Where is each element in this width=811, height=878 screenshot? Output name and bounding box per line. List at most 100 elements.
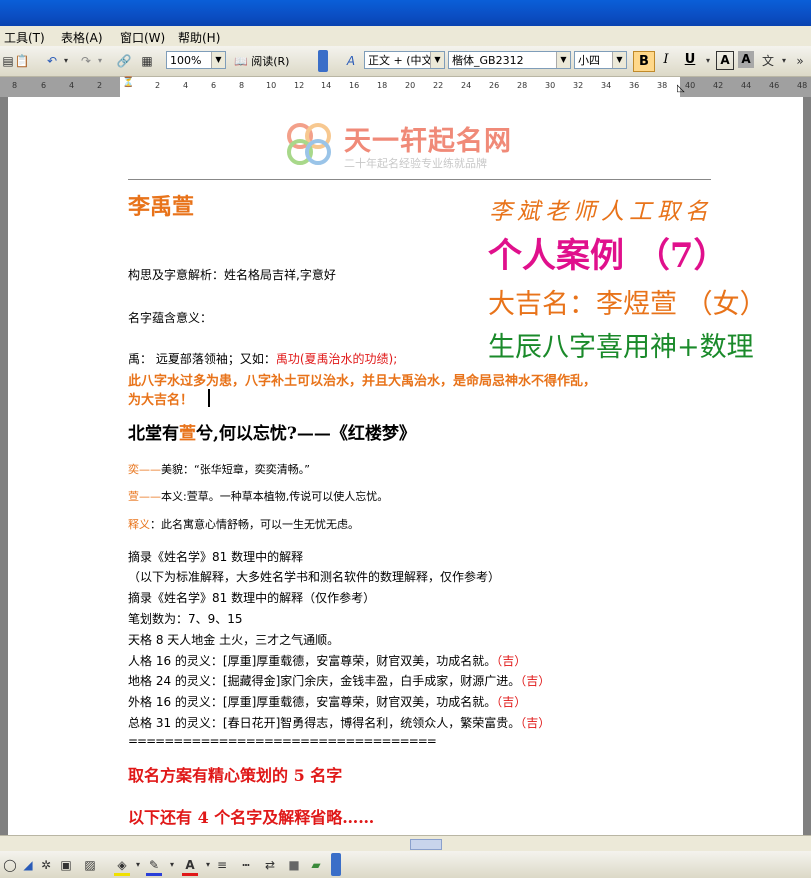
right-indent-icon[interactable]: ◺ bbox=[677, 83, 685, 94]
fill-color-icon[interactable]: ◈ bbox=[114, 857, 130, 876]
underline-dropdown-icon[interactable]: ▾ bbox=[700, 53, 716, 69]
toolbar-options-icon[interactable]: » bbox=[792, 53, 808, 69]
read-label: 阅读(R) bbox=[251, 55, 290, 68]
menu-bar: 工具(T) 表格(A) 窗口(W) 帮助(H) bbox=[0, 26, 811, 46]
ellipse-icon[interactable]: ◯ bbox=[2, 857, 18, 873]
style-select[interactable]: 正文 + (中文 ▼ bbox=[364, 51, 445, 69]
font-size-select[interactable]: 小四 ▼ bbox=[574, 51, 627, 69]
ruler-tick-label: 8 bbox=[12, 81, 18, 90]
ge-text: 外格 16 的灵义：[厚重]厚重载德，安富尊荣，财官双美，功成名就。 bbox=[128, 695, 497, 709]
dash-style-icon[interactable]: ┅ bbox=[238, 857, 254, 873]
title-bar bbox=[0, 0, 811, 26]
ruler-tick-label: 22 bbox=[433, 81, 444, 90]
zoom-value: 100% bbox=[170, 54, 202, 67]
hyperlink-icon[interactable]: 🔗 bbox=[116, 53, 132, 69]
great-name-title: 大吉名：李煜萱 （女） bbox=[488, 289, 767, 320]
redo-dropdown-icon[interactable]: ▾ bbox=[92, 53, 108, 69]
quote-part-b: 兮,何以忘忧?——《红楼梦》 bbox=[196, 424, 416, 444]
yi-text: 美貌：“张华短章，奕奕清畅。” bbox=[161, 463, 310, 476]
toolbar-overflow-button[interactable] bbox=[318, 50, 328, 72]
ruler-tick-label: 42 bbox=[713, 81, 724, 90]
picture-icon[interactable]: ▨ bbox=[82, 857, 98, 873]
shadow-icon[interactable]: ■ bbox=[286, 857, 302, 873]
diagram-icon[interactable]: ✲ bbox=[38, 857, 54, 873]
yu-red: 禹功(夏禹治水的功绩); bbox=[275, 352, 398, 366]
ruler-tick-label: 10 bbox=[266, 81, 277, 90]
teacher-signature: 李斌老师人工取名 bbox=[489, 199, 713, 225]
ruler-tick-label: 8 bbox=[239, 81, 245, 90]
char-border-label: A bbox=[720, 53, 730, 67]
poem-quote: 北堂有萱兮,何以忘忧?——《红楼梦》 bbox=[128, 419, 416, 444]
font-color-icon[interactable]: A bbox=[182, 857, 198, 876]
horizontal-scrollbar[interactable] bbox=[0, 835, 811, 852]
char-shading-button[interactable]: A bbox=[738, 51, 754, 68]
ruler-tick-label: 30 bbox=[545, 81, 556, 90]
ge-line: 外格 16 的灵义：[厚重]厚重载德，安富尊荣，财官双美，功成名就。（吉） bbox=[128, 693, 526, 710]
menu-tools[interactable]: 工具(T) bbox=[4, 29, 45, 46]
numerology-line: 天格 8 天人地金 土火，三才之气通顺。 bbox=[128, 633, 340, 647]
line-color-icon[interactable]: ✎ bbox=[146, 857, 162, 876]
ge-text: 人格 16 的灵义：[厚重]厚重载德，安富尊荣，财官双美，功成名就。 bbox=[128, 654, 497, 668]
scroll-thumb[interactable] bbox=[410, 839, 442, 850]
ruler-tick-label: 16 bbox=[349, 81, 360, 90]
ruler-tick-label: 6 bbox=[211, 81, 217, 90]
plan-heading: 取名方案有精心策划的 5 名字 bbox=[128, 766, 343, 785]
ge-line: 人格 16 的灵义：[厚重]厚重载德，安富尊荣，财官双美，功成名就。（吉） bbox=[128, 652, 526, 669]
ruler-tick-label: 36 bbox=[629, 81, 640, 90]
ge-tag: （吉） bbox=[496, 654, 527, 668]
chevron-down-icon: ▼ bbox=[430, 52, 444, 68]
font-select[interactable]: 楷体_GB2312 ▼ bbox=[448, 51, 571, 69]
horizontal-ruler[interactable]: 8 6 4 2 2 4 6 8 10 12 14 16 18 20 22 24 26 28 30 32 34 36 38 40… bbox=[0, 77, 811, 98]
fill-dropdown-icon[interactable]: ▾ bbox=[130, 857, 146, 873]
table-icon[interactable]: ▦ bbox=[139, 53, 155, 69]
xuan-label: 萱—— bbox=[128, 490, 161, 503]
ge-tag: （吉） bbox=[520, 716, 551, 730]
bold-label: B bbox=[639, 54, 649, 69]
ruler-tick-label: 4 bbox=[69, 81, 75, 90]
logo-brand: 天一轩起名网 bbox=[344, 126, 512, 157]
3d-icon[interactable]: ▰ bbox=[308, 857, 324, 873]
ruler-tick-label: 2 bbox=[97, 81, 103, 90]
logo-rings-icon bbox=[287, 123, 331, 165]
phonetic-dropdown-icon[interactable]: ▾ bbox=[776, 53, 792, 69]
ruler-tick-label: 34 bbox=[601, 81, 612, 90]
wordart-icon[interactable]: ◢ bbox=[20, 857, 36, 873]
styles-icon[interactable]: A bbox=[343, 53, 359, 69]
ge-tag: （吉） bbox=[520, 674, 551, 688]
underline-button[interactable]: U bbox=[682, 52, 698, 67]
char-border-button[interactable]: A bbox=[716, 51, 734, 70]
indent-marker-icon[interactable]: ⏳ bbox=[122, 77, 134, 88]
undo-dropdown-icon[interactable]: ▾ bbox=[58, 53, 74, 69]
underline-label: U bbox=[684, 52, 696, 67]
ge-line: 地格 24 的灵义：[掘藏得金]家门余庆，金钱丰盈，白手成家，财源广进。（吉） bbox=[128, 672, 550, 689]
style-value: 正文 + (中文 bbox=[368, 54, 433, 67]
menu-help[interactable]: 帮助(H) bbox=[178, 29, 220, 46]
zoom-select[interactable]: 100% ▼ bbox=[166, 51, 226, 69]
read-mode-button[interactable]: 📖 阅读(R) bbox=[234, 53, 289, 69]
font-value: 楷体_GB2312 bbox=[452, 54, 524, 67]
menu-window[interactable]: 窗口(W) bbox=[120, 29, 165, 46]
phonetic-icon[interactable]: 文 bbox=[760, 53, 776, 69]
italic-button[interactable]: I bbox=[658, 52, 674, 67]
ruler-tick-label: 32 bbox=[573, 81, 584, 90]
case-title: 个人案例 （7） bbox=[488, 236, 728, 276]
ruler-tick-label: 40 bbox=[685, 81, 696, 90]
clipart-icon[interactable]: ▣ bbox=[58, 857, 74, 873]
drawbar-overflow-button[interactable] bbox=[331, 853, 341, 876]
ruler-tick-label: 14 bbox=[321, 81, 332, 90]
line-dropdown-icon[interactable]: ▾ bbox=[164, 857, 180, 873]
ruler-tick-label: 28 bbox=[517, 81, 528, 90]
line-style-icon[interactable]: ≡ bbox=[214, 857, 230, 873]
ruler-tick-label: 48 bbox=[797, 81, 808, 90]
ruler-tick-label: 44 bbox=[741, 81, 752, 90]
arrow-style-icon[interactable]: ⇄ bbox=[262, 857, 278, 873]
ge-text: 地格 24 的灵义：[掘藏得金]家门余庆，金钱丰盈，白手成家，财源广进。 bbox=[128, 674, 521, 688]
menu-table[interactable]: 表格(A) bbox=[61, 29, 103, 46]
paste-icon[interactable]: 📋 bbox=[14, 53, 30, 69]
yi-definition: 奕——美貌：“张华短章，奕奕清畅。” bbox=[128, 461, 310, 477]
bold-button[interactable]: B bbox=[633, 51, 655, 72]
numerology-line: 摘录《姓名学》81 数理中的解释 bbox=[128, 550, 304, 564]
left-gutter bbox=[0, 97, 8, 835]
ruler-tick-label: 20 bbox=[405, 81, 416, 90]
drawing-toolbar: ◯ ◢ ✲ ▣ ▨ ◈ ▾ ✎ ▾ A ▾ ≡ ┅ ⇄ ■ ▰ bbox=[0, 851, 811, 878]
